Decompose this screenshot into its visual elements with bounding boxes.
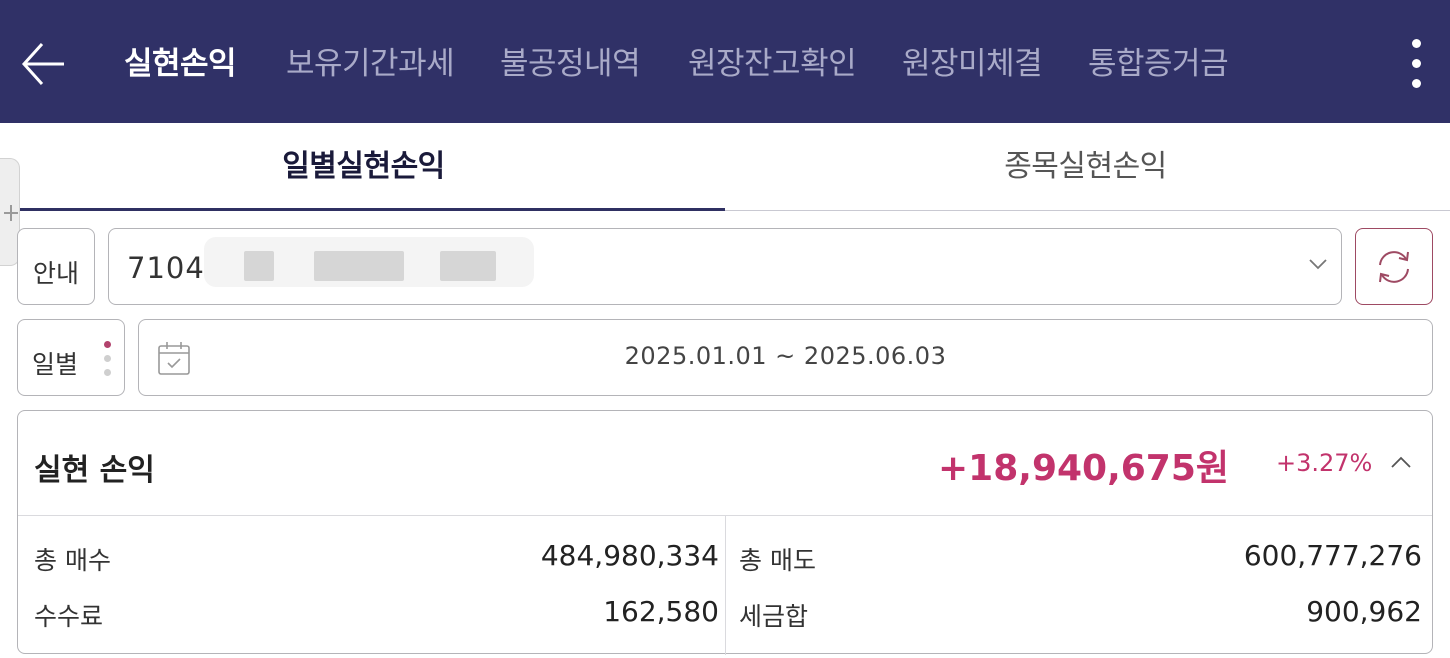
top-nav-bar: 실현손익 보유기간과세 불공정내역 원장잔고확인 원장미체결 통합증거금 [0,0,1450,123]
subtab-active-indicator [20,208,725,211]
summary-title: 실현 손익 [34,453,155,488]
guide-button[interactable]: 안내 [17,228,95,305]
total-buy-value: 484,980,334 [540,539,719,572]
realized-pnl-summary-card: 실현 손익 +18,940,675원 +3.27% 총 매수 484,980,3… [17,410,1433,655]
total-sell-label: 총 매도 [739,546,816,575]
back-arrow-icon[interactable] [18,38,70,90]
realized-pnl-percent: +3.27% [1276,449,1373,477]
fee-value: 162,580 [603,595,719,628]
period-mode-dots-icon [104,341,112,377]
account-number: 7104- [127,251,217,285]
subtab-daily-realized-pnl[interactable]: 일별실현손익 [10,123,717,209]
account-select[interactable]: 7104- [108,228,1342,305]
refresh-button[interactable] [1355,228,1433,305]
realized-pnl-amount: +18,940,675원 [938,448,1230,489]
chevron-down-icon [1307,253,1329,275]
fee-label: 수수료 [34,602,104,631]
tab-holding-period-tax[interactable]: 보유기간과세 [286,38,455,90]
date-range-field[interactable]: 2025.01.01 ~ 2025.06.03 [138,319,1433,396]
period-mode-button[interactable]: 일별 [17,319,125,396]
tab-unfair-trades[interactable]: 불공정내역 [500,38,641,90]
total-sell-value: 600,777,276 [1243,539,1422,572]
tab-ledger-balance[interactable]: 원장잔고확인 [688,38,857,90]
refresh-icon [1372,245,1416,289]
tab-integrated-margin[interactable]: 통합증거금 [1088,38,1229,90]
subtab-item-realized-pnl[interactable]: 종목실현손익 [732,123,1439,209]
date-range-text: 2025.01.01 ~ 2025.06.03 [624,342,947,370]
total-buy-label: 총 매수 [34,546,111,575]
tax-total-value: 900,962 [1306,595,1422,628]
tab-ledger-unfilled[interactable]: 원장미체결 [902,38,1043,90]
guide-button-label: 안내 [32,259,79,288]
more-menu-icon[interactable] [1400,36,1434,92]
tab-realized-pnl[interactable]: 실현손익 [124,38,237,90]
summary-column-divider [725,515,726,655]
period-mode-label: 일별 [32,350,79,379]
tax-total-label: 세금합 [739,602,809,631]
account-number-masked [204,237,534,287]
chevron-up-icon[interactable] [1388,449,1414,475]
